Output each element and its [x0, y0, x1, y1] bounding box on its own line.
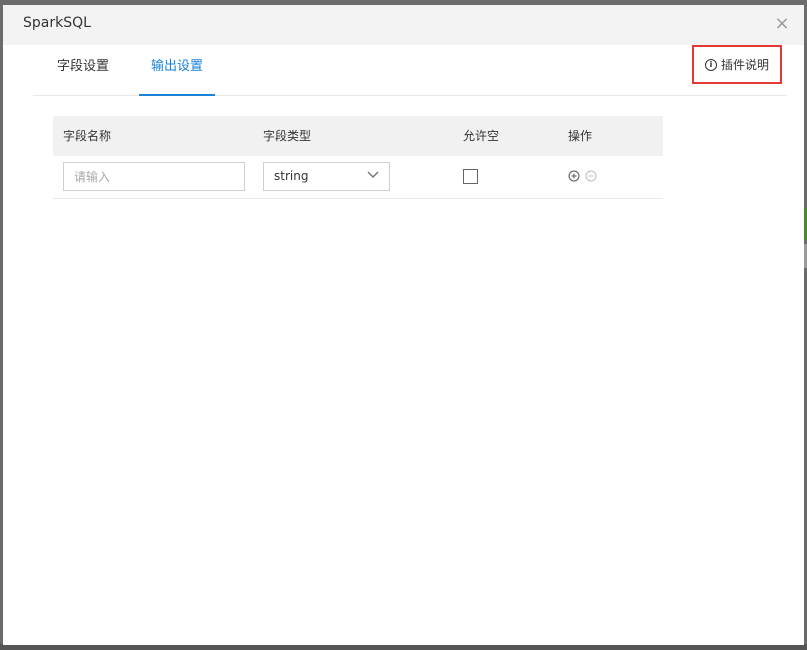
- field-name-input[interactable]: [63, 162, 245, 191]
- column-header-field-type: 字段类型: [263, 129, 312, 143]
- chevron-down-icon: [367, 171, 379, 179]
- field-type-value: string: [274, 169, 309, 183]
- tab-output-settings[interactable]: 输出设置: [139, 45, 215, 96]
- close-icon[interactable]: ×: [772, 13, 792, 35]
- dialog-header: SparkSQL ×: [3, 5, 804, 45]
- plugin-help-button[interactable]: i 插件说明: [692, 45, 782, 84]
- info-icon: i: [704, 58, 717, 71]
- minus-circle-icon[interactable]: [585, 170, 597, 182]
- output-fields-table: 字段名称 字段类型 允许空 操作 string: [53, 116, 663, 199]
- column-header-field-name: 字段名称: [63, 129, 112, 143]
- sparksql-dialog: SparkSQL × 字段设置 输出设置 i 插件说明 字段名称 字段类型 允许…: [3, 5, 804, 645]
- tab-bar: 字段设置 输出设置: [33, 45, 787, 96]
- field-type-select[interactable]: string: [263, 162, 390, 191]
- table-header: 字段名称 字段类型 允许空 操作: [53, 116, 663, 156]
- plugin-help-label: 插件说明: [720, 58, 769, 72]
- dialog-title: SparkSQL: [23, 15, 91, 31]
- table-row: string: [53, 156, 663, 199]
- allow-null-checkbox[interactable]: [463, 169, 478, 184]
- column-header-actions: 操作: [568, 129, 593, 143]
- plus-circle-icon[interactable]: [568, 170, 580, 182]
- column-header-allow-null: 允许空: [463, 129, 500, 143]
- tab-field-settings[interactable]: 字段设置: [33, 45, 133, 95]
